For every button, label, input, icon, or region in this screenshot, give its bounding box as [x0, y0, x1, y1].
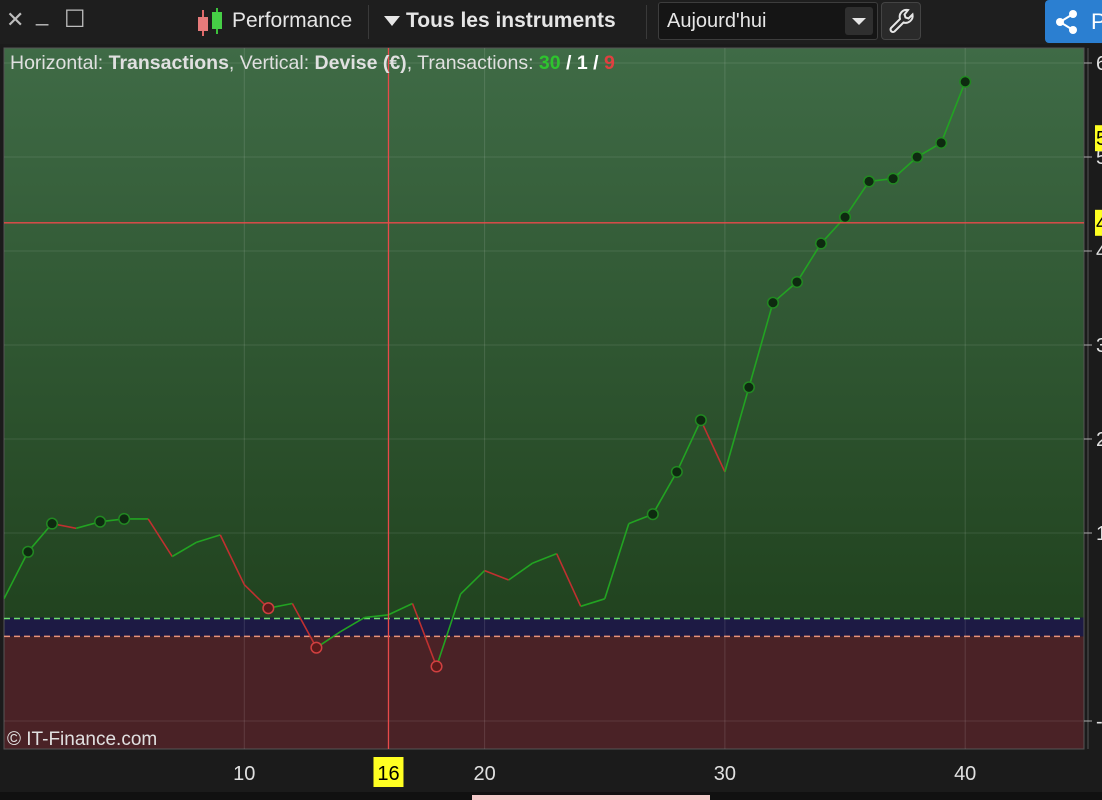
share-label[interactable]: P: [1091, 9, 1102, 35]
trade-point: [118, 512, 131, 525]
minimize-icon[interactable]: _: [36, 2, 48, 26]
horizontal-value: Transactions: [108, 52, 229, 74]
x-tick-label: 40: [954, 763, 976, 785]
trade-point: [911, 150, 924, 164]
trade-point: [262, 602, 275, 615]
period-select[interactable]: Aujourd'hui: [658, 2, 878, 40]
bottom-strip: [0, 792, 1102, 800]
trade-point: [814, 237, 828, 250]
y-tick-label: 1: [1096, 523, 1102, 545]
maximize-icon[interactable]: ☐: [64, 8, 86, 32]
settings-button[interactable]: [881, 2, 921, 40]
y-tick-label: 4: [1096, 241, 1102, 263]
toolbar-separator: [368, 5, 369, 39]
trade-point: [959, 75, 972, 88]
period-value: Aujourd'hui: [667, 10, 767, 32]
trade-point: [887, 172, 900, 185]
transactions-win-count: 30: [538, 52, 561, 74]
x-tick-label: 30: [714, 763, 736, 785]
trade-point: [935, 136, 948, 149]
toolbar: ✕ _ ☐ Performance Tous les instruments A…: [0, 0, 1102, 44]
vertical-value: Devise (€): [314, 52, 407, 74]
y-tick-label: 6: [1096, 53, 1102, 75]
y-value-badge-label: 5: [1096, 128, 1102, 150]
slash-separator: /: [560, 52, 577, 74]
close-icon[interactable]: ✕: [6, 8, 24, 32]
toolbar-separator: [646, 5, 647, 39]
trade-point: [694, 414, 707, 427]
trade-point: [742, 381, 755, 394]
transactions-label: , Transactions:: [406, 52, 539, 74]
trade-point: [863, 175, 876, 188]
trade-point: [766, 296, 780, 309]
transactions-neutral-count: 1: [576, 52, 588, 74]
vertical-label: , Vertical:: [228, 52, 315, 74]
instruments-selector[interactable]: Tous les instruments: [406, 9, 616, 33]
period-dropdown-button[interactable]: [845, 7, 873, 35]
trade-point: [21, 545, 35, 558]
copyright-text: © IT-Finance.com: [7, 729, 158, 750]
trade-point: [46, 517, 59, 530]
loss-zone: [4, 636, 1084, 749]
y-tick-label: 3: [1096, 335, 1102, 357]
trade-point: [670, 465, 683, 478]
performance-label[interactable]: Performance: [232, 9, 352, 33]
wrench-icon: [889, 8, 914, 33]
chevron-down-icon[interactable]: [384, 16, 400, 28]
trade-point: [839, 211, 852, 224]
x-tick-label: 20: [473, 763, 495, 785]
y-tick-label: 2: [1096, 429, 1102, 451]
bottom-highlight: [472, 795, 710, 800]
transactions-loss-count: 9: [604, 52, 615, 74]
trade-point: [430, 660, 443, 673]
share-icon: [1056, 10, 1077, 34]
candlestick-icon: [198, 8, 222, 36]
trade-point: [310, 641, 323, 654]
x-tick-label: 10: [233, 763, 255, 785]
trade-point: [790, 275, 804, 289]
y-tick-label: -1: [1096, 711, 1102, 733]
profit-zone: [4, 48, 1084, 618]
trade-point: [94, 515, 107, 528]
slash-separator: /: [587, 52, 605, 74]
chart-header: Horizontal: Transactions, Vertical: Devi…: [10, 52, 615, 75]
horizontal-label: Horizontal:: [10, 52, 109, 74]
performance-chart[interactable]: 1020304016 654321-154: [0, 44, 1102, 792]
zero-band: [4, 617, 1084, 637]
crosshair-x-label: 16: [377, 763, 399, 785]
y-value-badge-label: 4: [1096, 213, 1102, 235]
chevron-down-icon: [852, 18, 866, 25]
trade-point: [646, 508, 659, 521]
